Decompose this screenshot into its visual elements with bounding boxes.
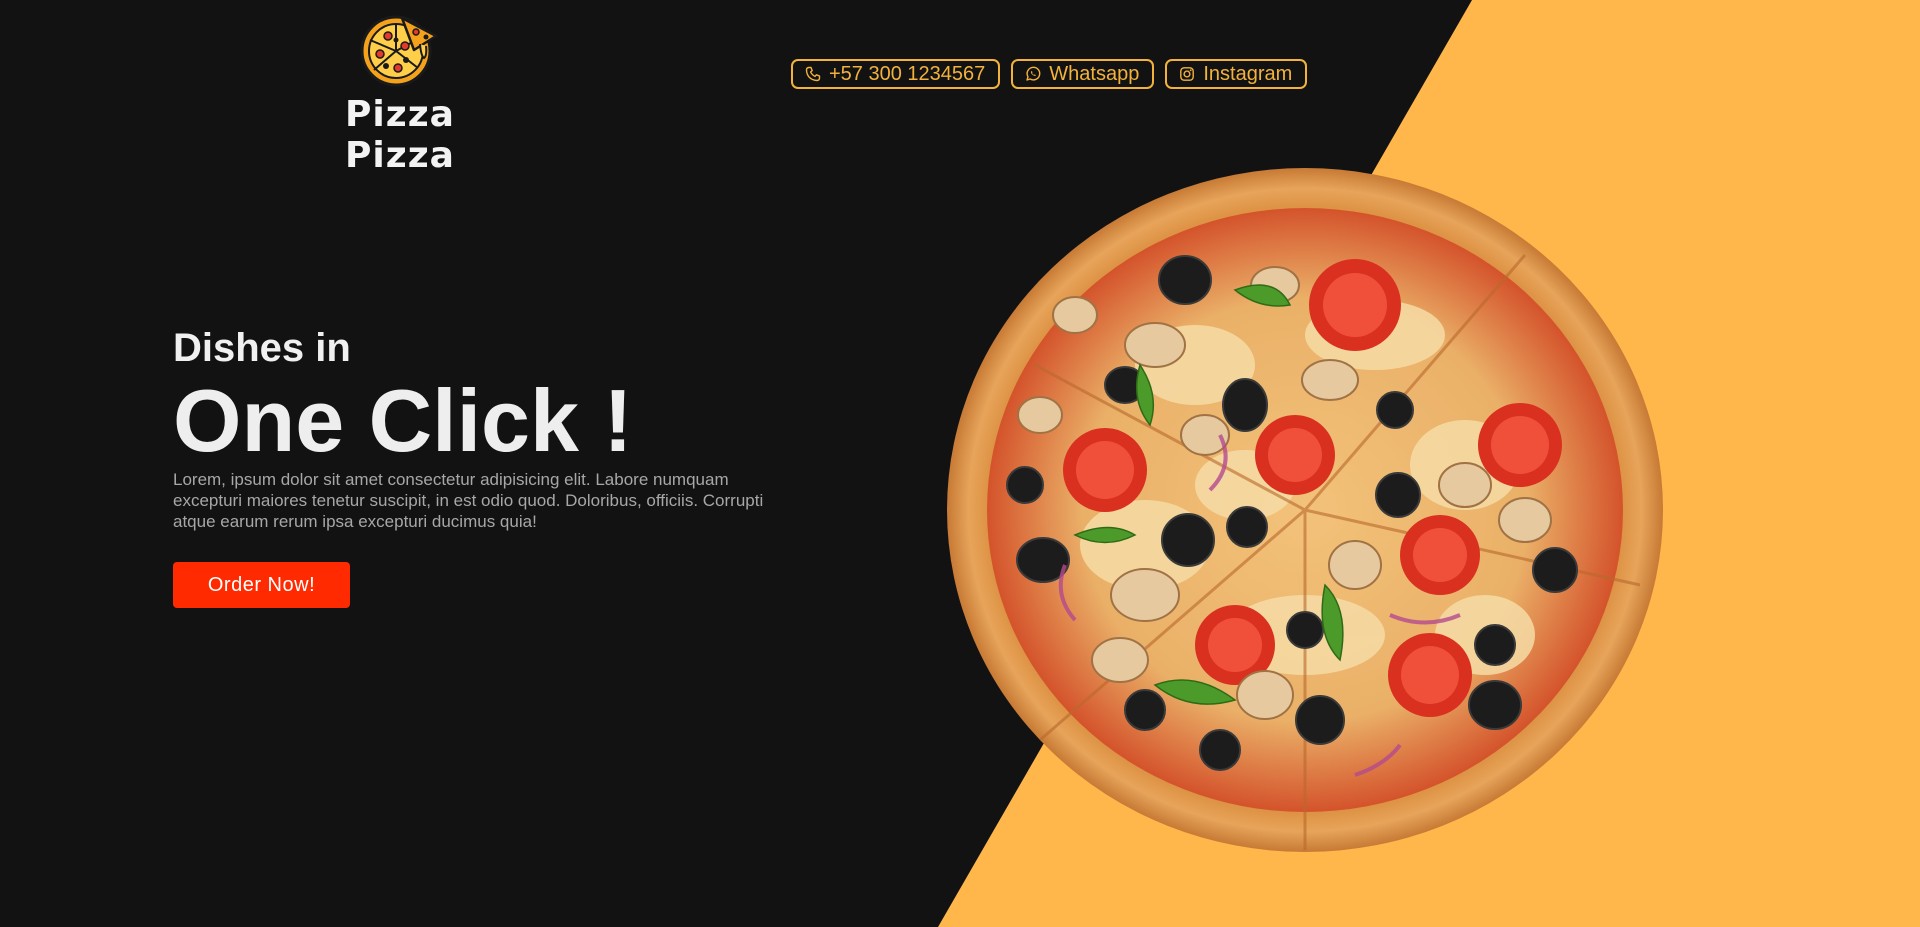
- brand-name: Pizza Pizza: [345, 94, 455, 176]
- pizza-logo-icon: [360, 15, 438, 87]
- phone-label: +57 300 1234567: [829, 62, 986, 85]
- hero-section: Dishes in One Click ! Lorem, ipsum dolor…: [173, 322, 773, 608]
- whatsapp-button[interactable]: Whatsapp: [1011, 59, 1155, 89]
- phone-icon: [805, 66, 821, 82]
- hero-description: Lorem, ipsum dolor sit amet consectetur …: [173, 470, 764, 531]
- instagram-label: Instagram: [1203, 62, 1293, 85]
- brand-logo[interactable]: Pizza Pizza: [300, 10, 500, 176]
- hero-subtitle: Dishes in: [173, 326, 351, 370]
- whatsapp-label: Whatsapp: [1049, 62, 1140, 85]
- instagram-button[interactable]: Instagram: [1165, 59, 1308, 89]
- phone-button[interactable]: +57 300 1234567: [791, 59, 1001, 89]
- landing-page: Pizza Pizza +57 300 1234567 Whatsapp Ins…: [0, 0, 1920, 927]
- order-now-button[interactable]: Order Now!: [173, 562, 350, 608]
- hero-title: One Click !: [173, 371, 633, 470]
- header-contacts: +57 300 1234567 Whatsapp Instagram: [791, 59, 1308, 89]
- instagram-icon: [1180, 67, 1195, 81]
- pizza-image: [947, 168, 1663, 852]
- whatsapp-icon: [1026, 66, 1041, 81]
